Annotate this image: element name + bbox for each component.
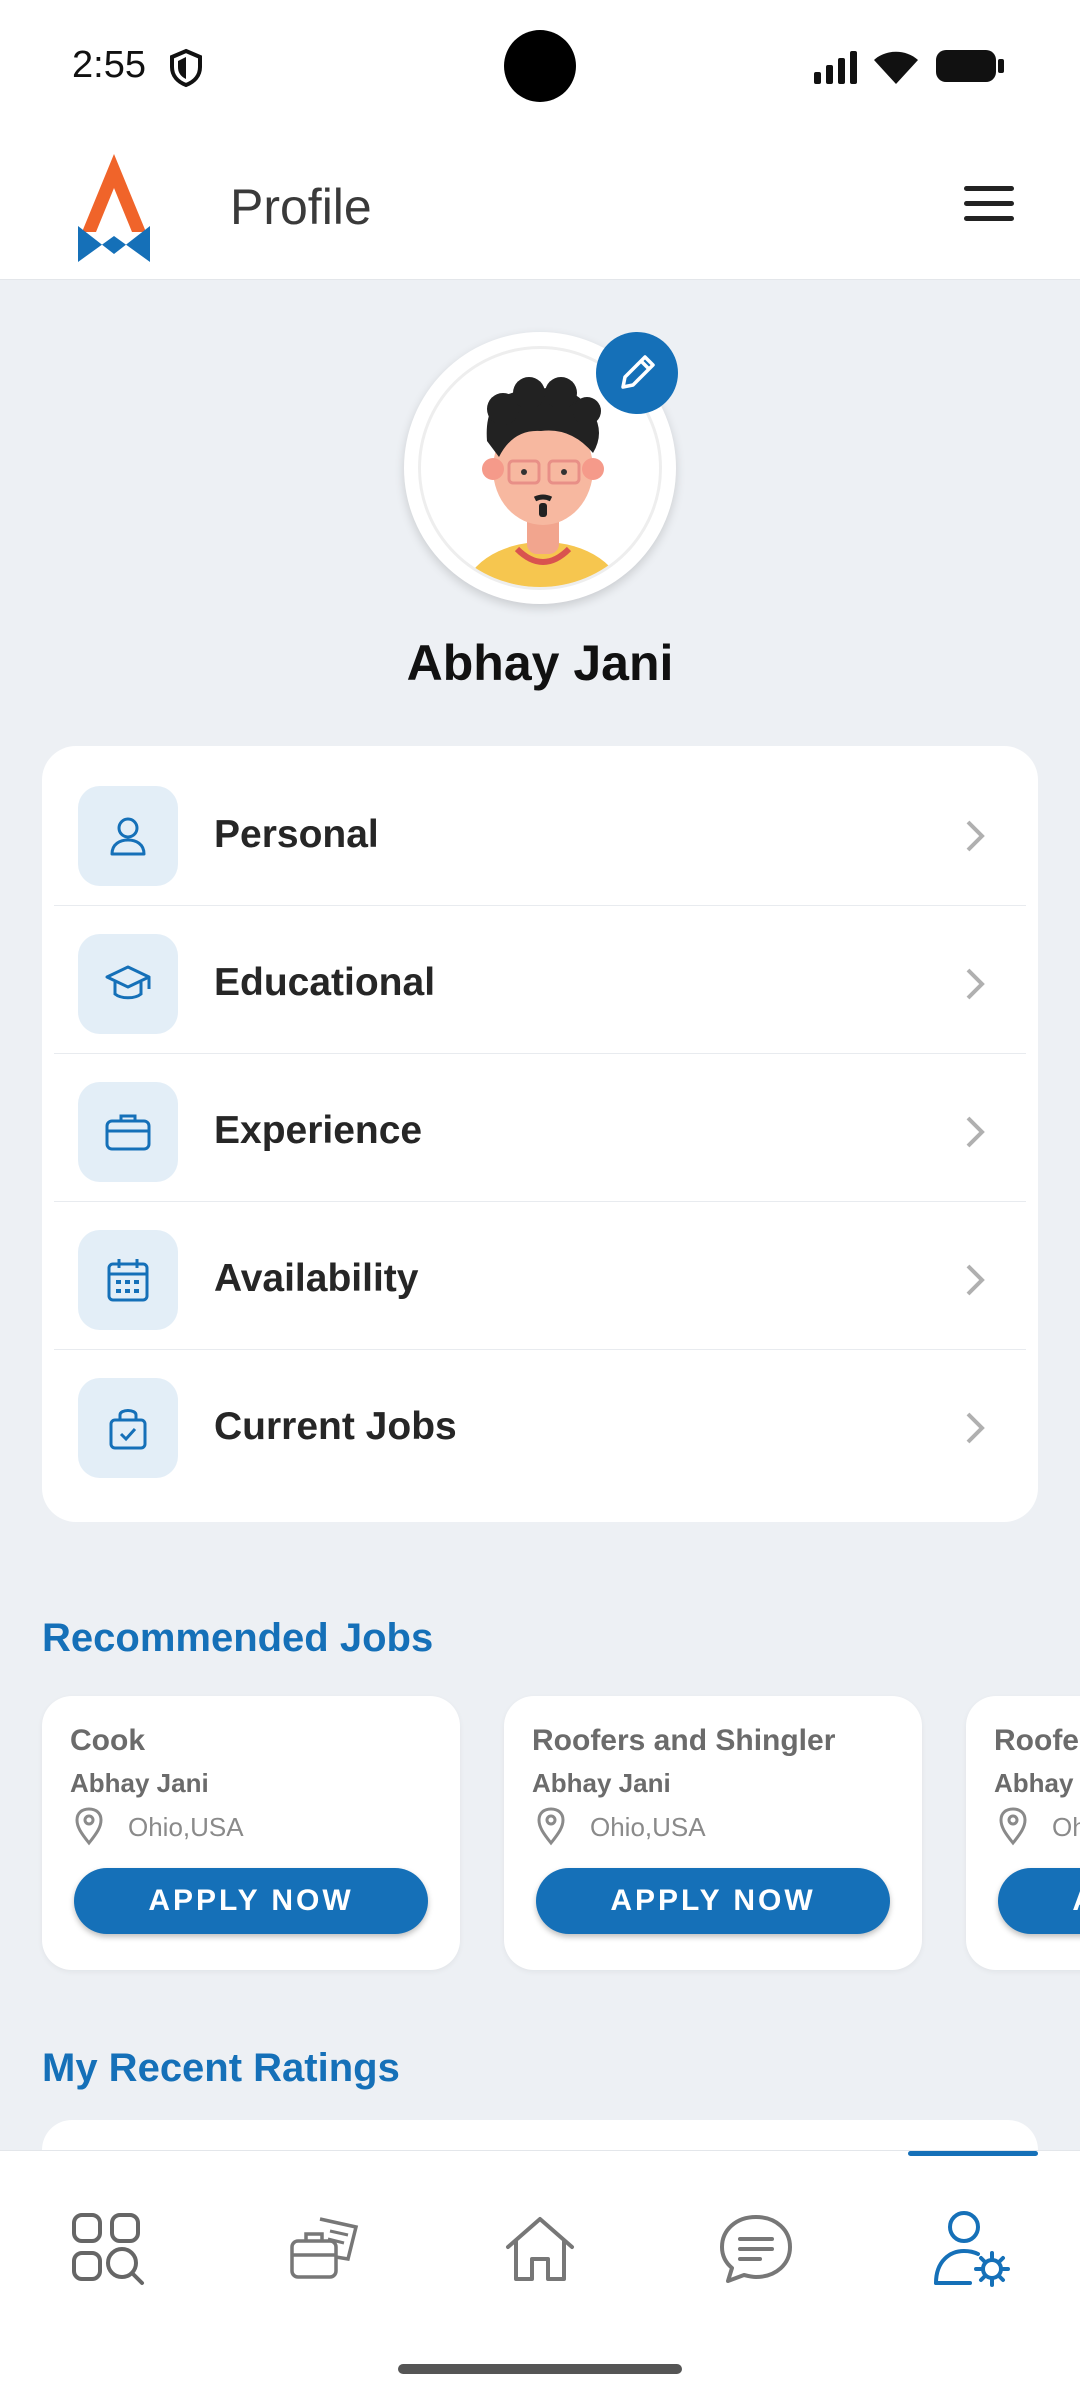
chevron-right-icon: [966, 820, 985, 852]
job-location: Ohio,USA: [1052, 1812, 1080, 1842]
profile-menu-card: Personal Educational Experience Availabi…: [42, 746, 1038, 1522]
app-logo: [78, 154, 150, 262]
calendar-icon: [107, 1259, 149, 1302]
job-location: Ohio,USA: [128, 1812, 244, 1842]
chevron-right-icon: [966, 1116, 985, 1148]
page-title: Profile: [230, 179, 372, 235]
job-company: Abhay Jani: [70, 1768, 209, 1798]
battery-icon: [936, 50, 1004, 82]
menu-icon-box: [78, 1082, 178, 1182]
active-tab-indicator: [908, 2151, 1038, 2156]
menu-bar-icon: [964, 201, 1014, 206]
user-name: Abhay Jani: [406, 635, 674, 691]
menu-icon-box: [78, 786, 178, 886]
job-title: Roofers and Shingler: [994, 1724, 1080, 1757]
edit-avatar-button[interactable]: [596, 332, 678, 414]
hamburger-menu-button[interactable]: [964, 186, 1014, 226]
person-icon: [110, 817, 146, 856]
job-title: Cook: [70, 1724, 145, 1757]
wifi-icon: [874, 51, 918, 84]
location-pin-icon: [537, 1807, 565, 1846]
bottom-navigation: [0, 2150, 1080, 2400]
job-company: Abhay Jani: [994, 1768, 1080, 1798]
apply-now-button[interactable]: APPLY NOW: [74, 1868, 428, 1934]
menu-item-educational[interactable]: Educational: [54, 906, 1026, 1054]
chat-icon[interactable]: [716, 2209, 796, 2289]
search-jobs-icon[interactable]: [68, 2209, 148, 2289]
signal-icon: [814, 51, 857, 84]
menu-item-experience[interactable]: Experience: [54, 1054, 1026, 1202]
menu-bar-icon: [964, 186, 1014, 191]
menu-icon-box: [78, 1378, 178, 1478]
menu-item-label: Educational: [214, 961, 436, 1004]
menu-bar-icon: [964, 216, 1014, 221]
menu-item-label: Experience: [214, 1109, 423, 1152]
menu-item-label: Personal: [214, 813, 379, 856]
profile-settings-icon[interactable]: [932, 2209, 1012, 2289]
job-card[interactable]: Roofers and Shingler Abhay Jani Ohio,USA…: [504, 1696, 922, 1970]
menu-icon-box: [78, 934, 178, 1034]
pencil-icon: [621, 355, 655, 389]
chevron-right-icon: [966, 1264, 985, 1296]
front-camera: [504, 30, 576, 102]
briefcase-icon: [105, 1114, 151, 1151]
home-icon[interactable]: [500, 2209, 580, 2289]
app-header: Profile: [0, 130, 1080, 280]
job-title: Roofers and Shingler: [532, 1724, 836, 1757]
menu-item-label: Current Jobs: [214, 1405, 457, 1448]
menu-item-personal[interactable]: Personal: [54, 758, 1026, 906]
job-card[interactable]: Cook Abhay Jani Ohio,USA APPLY NOW: [42, 1696, 460, 1970]
job-company: Abhay Jani: [532, 1768, 671, 1798]
menu-item-label: Availability: [214, 1257, 419, 1300]
job-card[interactable]: Roofers and Shingler Abhay Jani Ohio,USA…: [966, 1696, 1080, 1970]
apply-now-button[interactable]: APPLY NOW: [998, 1868, 1080, 1934]
location-pin-icon: [75, 1807, 103, 1846]
recent-ratings-title: My Recent Ratings: [42, 2046, 400, 2090]
chevron-right-icon: [966, 968, 985, 1000]
home-indicator[interactable]: [398, 2364, 682, 2374]
recommended-jobs-title: Recommended Jobs: [42, 1616, 434, 1660]
graduation-cap-icon: [105, 965, 151, 1000]
shopping-bag-check-icon: [109, 1409, 147, 1450]
apply-now-button[interactable]: APPLY NOW: [536, 1868, 890, 1934]
phone-screen: 2:55 Profile Abhay Jani Personal Educati…: [0, 0, 1080, 2400]
menu-item-current-jobs[interactable]: Current Jobs: [54, 1350, 1026, 1498]
shield-icon: [170, 48, 202, 88]
menu-item-availability[interactable]: Availability: [54, 1202, 1026, 1350]
location-pin-icon: [999, 1807, 1027, 1846]
status-time: 2:55: [72, 44, 146, 86]
status-bar: 2:55: [0, 0, 1080, 130]
menu-icon-box: [78, 1230, 178, 1330]
chevron-right-icon: [966, 1412, 985, 1444]
job-briefcase-icon[interactable]: [284, 2209, 364, 2289]
job-location: Ohio,USA: [590, 1812, 706, 1842]
